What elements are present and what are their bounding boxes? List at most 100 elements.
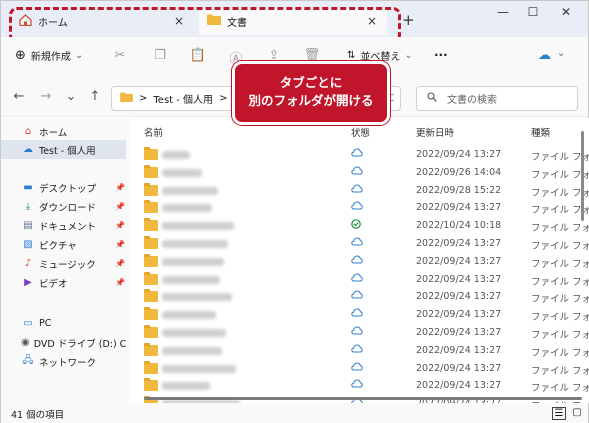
- column-header-type[interactable]: 種類: [531, 125, 550, 139]
- cloud-icon: [351, 344, 363, 356]
- table-row[interactable]: 2022/09/24 13:27 ファイル フォ: [129, 234, 589, 253]
- sidebar-item-music[interactable]: ♪ ミュージック 📌: [1, 254, 126, 273]
- copy-icon[interactable]: ❐: [151, 48, 169, 66]
- folder-icon: [144, 182, 158, 196]
- table-row[interactable]: 2022/09/24 13:27ファイル フォ: [129, 341, 589, 360]
- file-modified-date: 2022/09/24 13:27: [416, 291, 502, 303]
- file-type: ファイル フォ: [531, 312, 589, 324]
- file-modified-date: 2022/09/24 13:27: [416, 380, 502, 392]
- file-type: ファイル フォ: [531, 241, 589, 252]
- paste-icon[interactable]: 📋: [189, 48, 207, 66]
- table-row[interactable]: 2022/09/24 13:27ファイル フォ: [129, 376, 589, 395]
- cloud-icon: [351, 184, 363, 196]
- sidebar-item-label: デスクトップ: [39, 183, 97, 195]
- sidebar-item-network[interactable]: 🖧 ネットワーク: [1, 352, 126, 371]
- new-tab-button[interactable]: +: [402, 11, 415, 29]
- sidebar-item-pc[interactable]: ▭ PC: [1, 314, 126, 333]
- sidebar-item-label: ネットワーク: [39, 357, 97, 369]
- table-row[interactable]: 2022/09/24 13:27ファイル フォ: [129, 145, 589, 164]
- cloud-icon: [351, 290, 363, 302]
- up-button[interactable]: ↑: [86, 89, 104, 104]
- sidebar-item-downloads[interactable]: ⤓ ダウンロード 📌: [1, 197, 126, 216]
- table-row[interactable]: 2022/09/28 15:22 ファイル フォ: [129, 181, 589, 200]
- sidebar-item-label: ダウンロード: [39, 202, 97, 214]
- table-row[interactable]: 2022/09/24 13:27ファイル フォ: [129, 305, 589, 324]
- pin-icon[interactable]: 📌: [115, 259, 125, 268]
- cloud-icon: [351, 201, 363, 213]
- file-type: ファイル フォ: [531, 330, 589, 341]
- sidebar-item-label: ビデオ: [39, 278, 68, 290]
- document-icon: ▤: [23, 220, 33, 231]
- breadcrumb-separator: >: [139, 93, 148, 104]
- maximize-button[interactable]: ☐: [518, 5, 548, 23]
- folder-icon: [144, 253, 158, 267]
- folder-icon: [144, 271, 158, 285]
- sidebar-item-videos[interactable]: ▶ ビデオ 📌: [1, 273, 126, 292]
- close-window-button[interactable]: ✕: [551, 5, 581, 23]
- details-view-icon[interactable]: ☰: [552, 407, 566, 420]
- column-header-name[interactable]: 名前: [144, 125, 163, 139]
- file-modified-date: 2022/10/24 10:18: [416, 220, 502, 232]
- computer-icon: ▭: [23, 318, 33, 329]
- file-modified-date: 2022/09/24 13:27: [416, 202, 502, 214]
- cloud-icon: [351, 237, 363, 249]
- sidebar-item-label: ドキュメント: [39, 221, 97, 233]
- large-icons-view-icon[interactable]: ▢: [570, 407, 584, 420]
- cloud-icon: ☁: [23, 144, 33, 155]
- pin-icon[interactable]: 📌: [115, 240, 125, 249]
- table-row[interactable]: 2022/10/24 10:18 ファイル フォ: [129, 216, 589, 235]
- file-list: 名前 状態 更新日時 種類 2022/09/24 13:27 ファイル フォ 202…: [129, 118, 589, 403]
- table-row[interactable]: 2022/09/24 13:27 ファイル フォ: [129, 323, 589, 342]
- file-modified-date: 2022/09/24 13:27: [416, 327, 502, 338]
- sidebar-item-desktop[interactable]: ▬ デスクトップ 📌: [1, 178, 126, 197]
- file-type: ファイル フォ: [531, 365, 589, 377]
- forward-button[interactable]: →: [37, 89, 55, 104]
- folder-icon: [144, 200, 158, 214]
- pin-icon[interactable]: 📌: [115, 221, 125, 230]
- table-row[interactable]: 2022/09/24 13:27ファイル フォ: [129, 252, 589, 271]
- recent-locations-button[interactable]: ⌄: [62, 89, 80, 104]
- file-type: ファイル フォ: [531, 223, 589, 235]
- search-box[interactable]: 文書の検索: [416, 86, 578, 111]
- pin-icon[interactable]: 📌: [115, 183, 125, 192]
- sidebar-item-home[interactable]: ⌂ ホーム: [1, 122, 126, 141]
- back-button[interactable]: ←: [10, 89, 28, 104]
- table-row[interactable]: 2022/09/24 13:27ファイル フォ: [129, 198, 589, 217]
- new-button[interactable]: ⊕ 新規作成 ⌄: [15, 48, 83, 63]
- network-icon: 🖧: [22, 355, 34, 366]
- file-name-redacted: [162, 151, 190, 159]
- file-name-redacted: [162, 222, 234, 231]
- cloud-icon: [351, 379, 363, 391]
- folder-icon: [144, 218, 158, 232]
- folder-icon: [144, 289, 158, 303]
- horizontal-scrollbar[interactable]: [144, 397, 582, 400]
- file-modified-date: 2022/09/24 13:27: [416, 362, 502, 374]
- sidebar-item-dvd-drive[interactable]: ◉ DVD ドライブ (D:) CCCC: [1, 333, 126, 352]
- file-modified-date: 2022/09/24 13:27: [416, 238, 502, 249]
- sidebar-item-onedrive[interactable]: ☁ Test - 個人用: [1, 140, 126, 159]
- cut-icon[interactable]: ✂: [111, 48, 129, 66]
- sidebar-item-documents[interactable]: ▤ ドキュメント 📌: [1, 216, 126, 235]
- column-header-status[interactable]: 状態: [351, 125, 370, 139]
- chevron-down-icon[interactable]: ⌄: [557, 48, 565, 59]
- minimize-button[interactable]: —: [488, 5, 518, 23]
- table-row[interactable]: 2022/09/24 13:27ファイル フォ: [129, 270, 589, 289]
- file-name-redacted: [162, 275, 220, 284]
- annotation-callout: タブごとに 別のフォルダが開ける: [232, 61, 390, 125]
- onedrive-icon[interactable]: ☁: [538, 48, 551, 63]
- sidebar-item-pictures[interactable]: ▧ ピクチャ 📌: [1, 235, 126, 254]
- table-row[interactable]: 2022/09/24 13:27ファイル フォ: [129, 287, 589, 306]
- sidebar-item-label: Test - 個人用: [39, 145, 96, 157]
- table-row[interactable]: 2022/09/24 13:27 ファイル フォ: [129, 359, 589, 378]
- more-options-button[interactable]: ···: [434, 48, 448, 62]
- file-modified-date: 2022/09/26 14:04: [416, 166, 502, 178]
- pin-icon[interactable]: 📌: [115, 202, 125, 211]
- sidebar-item-label: ピクチャ: [39, 240, 77, 252]
- column-header-modified[interactable]: 更新日時: [416, 125, 454, 139]
- table-row[interactable]: 2022/09/26 14:04 ファイル フォ: [129, 163, 589, 182]
- sidebar-item-label: PC: [39, 318, 52, 329]
- folder-icon: [144, 164, 158, 178]
- pin-icon[interactable]: 📌: [115, 278, 125, 287]
- vertical-scrollbar[interactable]: [581, 131, 584, 221]
- breadcrumb-onedrive[interactable]: Test - 個人用: [153, 91, 213, 106]
